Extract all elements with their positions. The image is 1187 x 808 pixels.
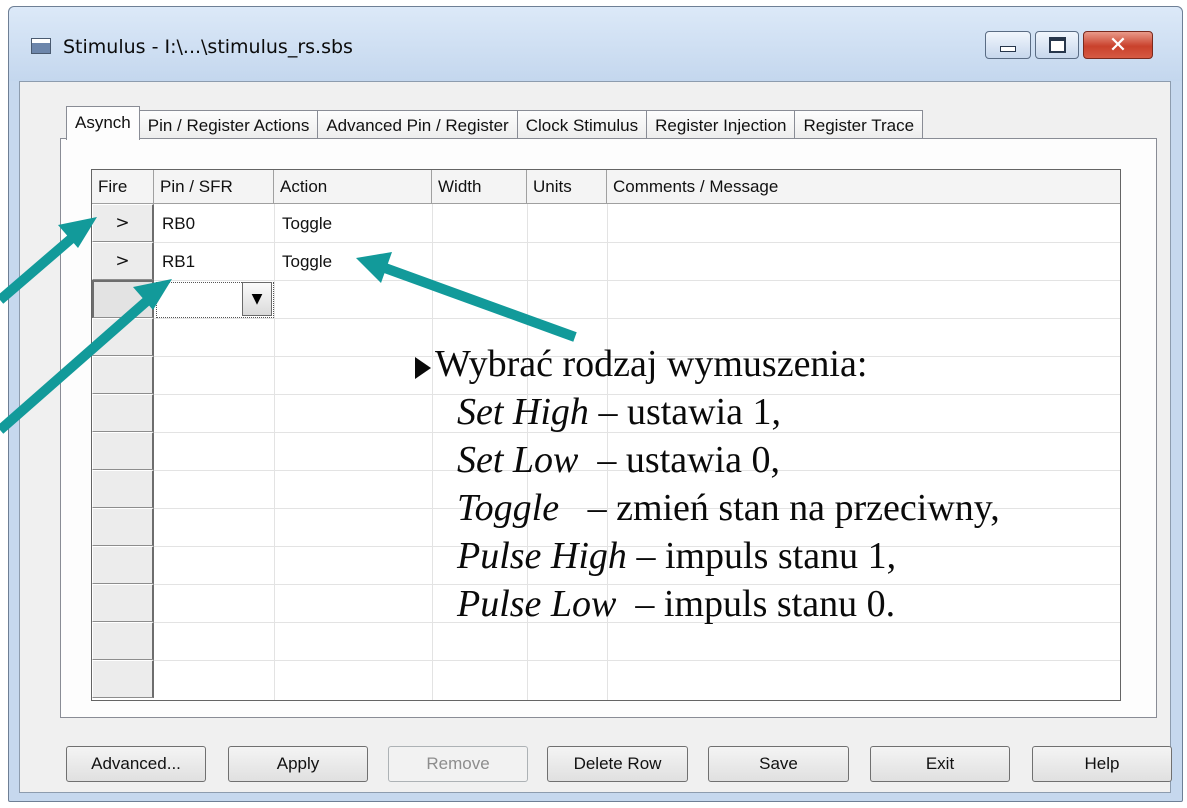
fire-button-empty[interactable] [92, 584, 154, 622]
annotation-term: Set High [457, 391, 589, 433]
tab-pin-register-actions[interactable]: Pin / Register Actions [138, 110, 319, 140]
help-button[interactable]: Help [1032, 746, 1172, 782]
minimize-icon [1000, 46, 1016, 52]
grid-line [154, 660, 1120, 661]
annotation-heading: Wybrać rodzaj wymuszenia: [435, 343, 868, 385]
annotation-desc: – ustawia 0, [578, 439, 780, 481]
tab-strip: Asynch Pin / Register Actions Advanced P… [66, 106, 924, 140]
tab-clock-stimulus[interactable]: Clock Stimulus [516, 110, 648, 140]
column-header-fire[interactable]: Fire [92, 170, 154, 204]
bullet-arrow-icon [415, 357, 431, 379]
annotation-term: Pulse High [457, 535, 627, 577]
tab-register-injection[interactable]: Register Injection [646, 110, 796, 140]
column-header-pin-sfr[interactable]: Pin / SFR [154, 170, 274, 204]
fire-button-empty[interactable] [92, 356, 154, 394]
annotation-term: Toggle [457, 487, 560, 529]
column-header-comments[interactable]: Comments / Message [607, 170, 1120, 204]
annotation-desc: – impuls stanu 1, [626, 535, 897, 577]
fire-button-empty[interactable] [92, 622, 154, 660]
maximize-button[interactable] [1035, 31, 1079, 59]
annotation-term: Pulse Low [457, 583, 617, 625]
fire-button-row-1[interactable]: > [92, 204, 154, 242]
advanced-button[interactable]: Advanced... [66, 746, 206, 782]
annotation-desc: – ustawia 1, [588, 391, 782, 433]
grid-line [154, 242, 1120, 243]
app-icon[interactable] [31, 38, 51, 54]
fire-button-empty[interactable] [92, 660, 154, 698]
apply-button[interactable]: Apply [228, 746, 368, 782]
column-header-width[interactable]: Width [432, 170, 527, 204]
cell-action-row-1[interactable]: Toggle [282, 214, 332, 234]
cell-pin-row-1[interactable]: RB0 [162, 214, 195, 234]
cell-action-row-2[interactable]: Toggle [282, 252, 332, 272]
column-header-units[interactable]: Units [527, 170, 607, 204]
fire-button-empty[interactable] [92, 470, 154, 508]
title-bar[interactable]: Stimulus - I:\...\stimulus_rs.sbs ✕ [9, 7, 1182, 81]
close-button[interactable]: ✕ [1083, 31, 1153, 59]
fire-button-empty[interactable] [92, 318, 154, 356]
fire-button-row-3[interactable] [92, 280, 154, 318]
column-header-action[interactable]: Action [274, 170, 432, 204]
grid-line [274, 204, 275, 700]
fire-button-empty[interactable] [92, 508, 154, 546]
annotation-desc: – zmień stan na przeciwny, [559, 487, 1000, 529]
exit-button[interactable]: Exit [870, 746, 1010, 782]
tab-register-trace[interactable]: Register Trace [794, 110, 924, 140]
annotation-desc: – impuls stanu 0. [616, 583, 896, 625]
tab-advanced-pin-register[interactable]: Advanced Pin / Register [317, 110, 518, 140]
fire-button-empty[interactable] [92, 394, 154, 432]
remove-button[interactable]: Remove [388, 746, 528, 782]
minimize-button[interactable] [985, 31, 1031, 59]
maximize-icon [1048, 37, 1066, 53]
window-title: Stimulus - I:\...\stimulus_rs.sbs [63, 36, 353, 58]
delete-row-button[interactable]: Delete Row [547, 746, 688, 782]
fire-button-empty[interactable] [92, 546, 154, 584]
dropdown-arrow-icon[interactable]: ▼ [242, 282, 272, 316]
cell-pin-row-2[interactable]: RB1 [162, 252, 195, 272]
annotation-term: Set Low [457, 439, 579, 481]
grid-line [154, 318, 1120, 319]
grid-line [154, 280, 1120, 281]
annotation-text: Wybrać rodzaj wymuszenia: Set High – ust… [415, 340, 1000, 628]
tab-asynch[interactable]: Asynch [66, 106, 140, 140]
save-button[interactable]: Save [708, 746, 849, 782]
close-icon: ✕ [1108, 32, 1128, 58]
fire-button-row-2[interactable]: > [92, 242, 154, 280]
fire-button-empty[interactable] [92, 432, 154, 470]
